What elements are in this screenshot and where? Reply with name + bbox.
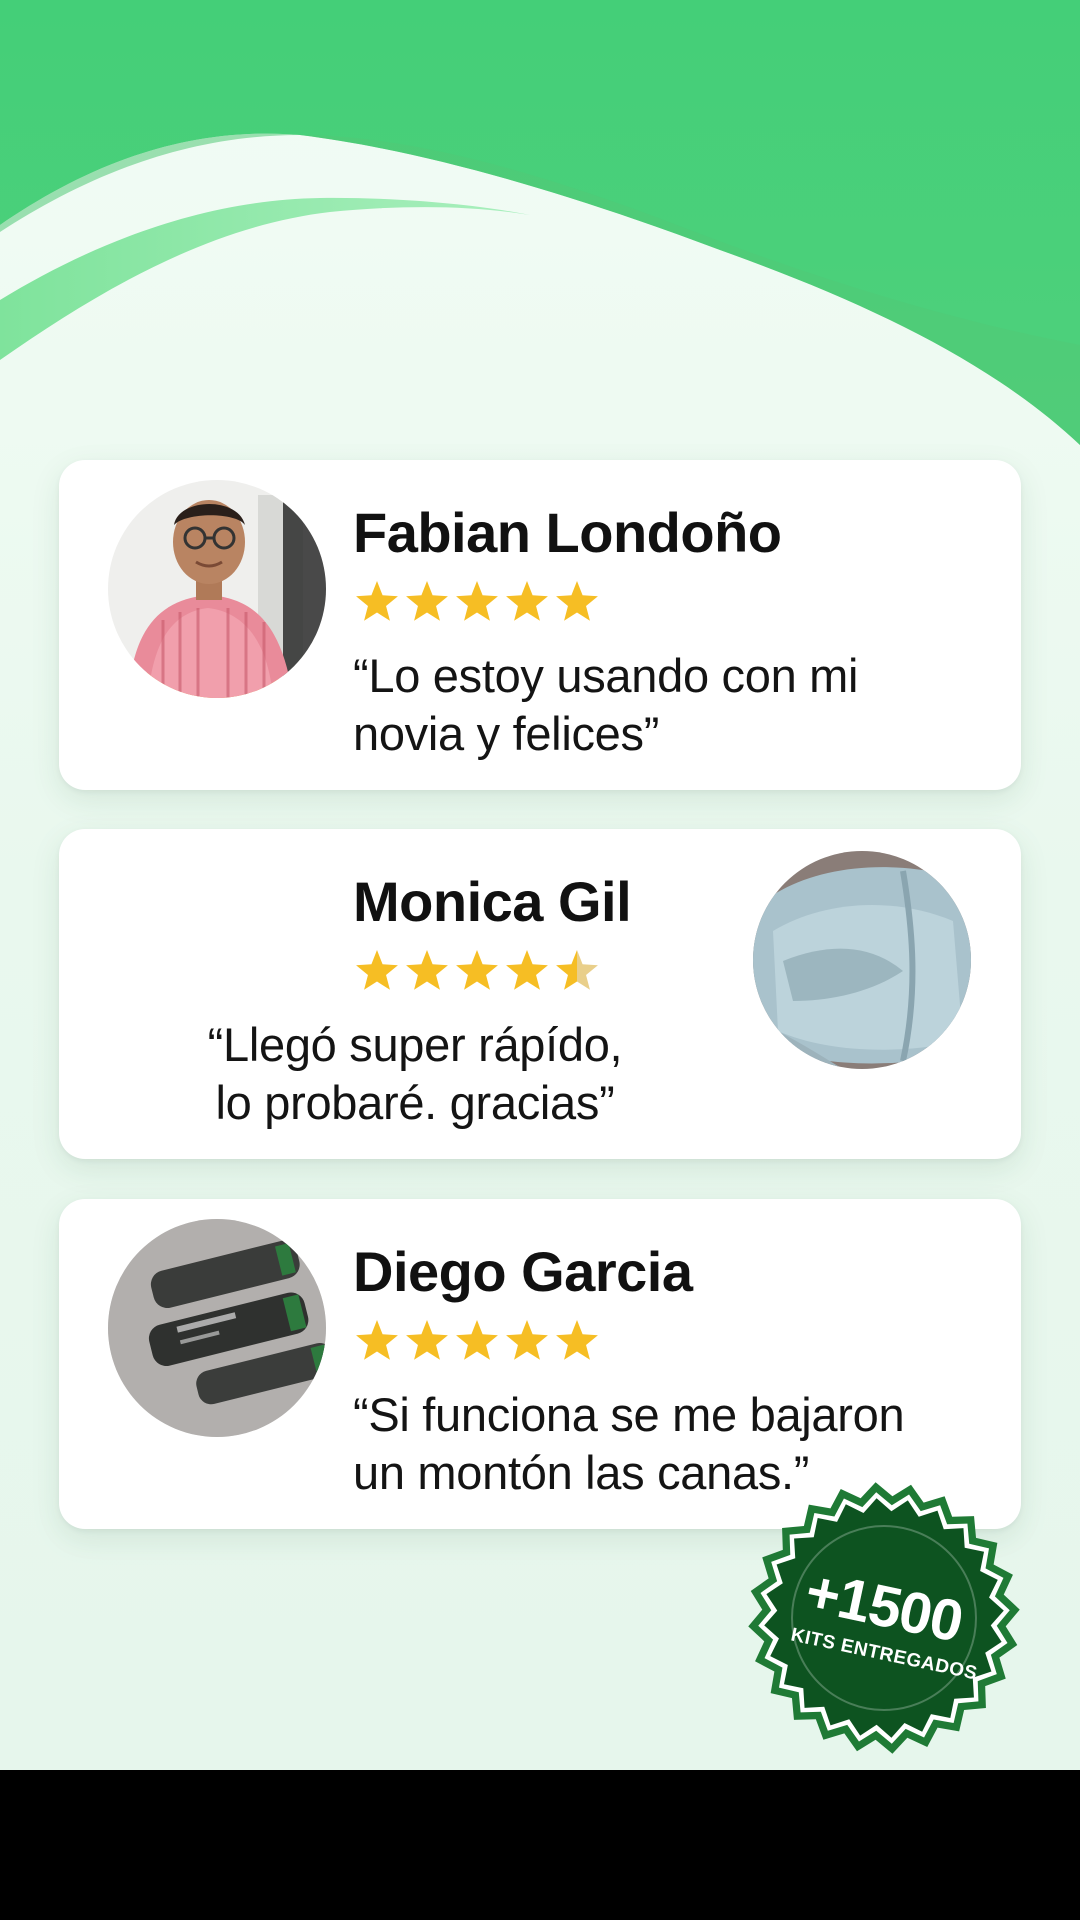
star-icon (456, 1320, 498, 1360)
star-rating (353, 947, 603, 995)
reviewer-name: Monica Gil (353, 870, 632, 933)
star-icon (406, 581, 448, 621)
star-rating (353, 1317, 603, 1365)
star-icon (356, 1320, 398, 1360)
star-icon (406, 1320, 448, 1360)
star-icon (406, 950, 448, 990)
star-icon (506, 1320, 548, 1360)
star-icon (556, 950, 598, 990)
quote-line: “Si funciona se me bajaron (353, 1388, 905, 1441)
avatar-monica (753, 851, 971, 1069)
stars-svg (356, 1320, 598, 1360)
testimonial-screen: Fabian Londoño “Lo estoy usando con mi n… (0, 0, 1080, 1920)
quote-line: “Llegó super rápído, (207, 1018, 623, 1071)
quote-line: “Lo estoy usando con mi (353, 649, 859, 702)
avatar-fabian (108, 480, 326, 698)
star-icon (506, 950, 548, 990)
star-icon (506, 581, 548, 621)
stars-svg (356, 581, 598, 621)
header-waves (0, 0, 1080, 445)
quote-line: novia y felices” (353, 707, 660, 760)
star-icon (356, 950, 398, 990)
star-icon (356, 581, 398, 621)
bottom-black-band (0, 1770, 1080, 1920)
review-quote: “Llegó super rápído, lo probaré. gracias… (177, 1016, 653, 1132)
reviewer-name: Diego Garcia (353, 1240, 693, 1303)
review-card-monica: Monica Gil “Llegó super rápído, lo proba… (59, 829, 1021, 1159)
spray-bottles-photo (108, 1219, 326, 1437)
review-card-fabian: Fabian Londoño “Lo estoy usando con mi n… (59, 460, 1021, 790)
reviewer-name: Fabian Londoño (353, 501, 782, 564)
man-in-pink-shirt-photo (108, 480, 326, 698)
star-icon (456, 950, 498, 990)
review-quote: “Lo estoy usando con mi novia y felices” (353, 647, 858, 763)
stars-svg (356, 950, 598, 990)
avatar-diego (108, 1219, 326, 1437)
star-icon (556, 581, 598, 621)
star-icon (456, 581, 498, 621)
star-icon (556, 1320, 598, 1360)
kits-delivered-badge: +1500 KITS ENTREGADOS (744, 1478, 1024, 1758)
light-blue-package-photo (753, 851, 971, 1069)
quote-line: lo probaré. gracias” (215, 1076, 615, 1129)
star-rating (353, 578, 603, 626)
